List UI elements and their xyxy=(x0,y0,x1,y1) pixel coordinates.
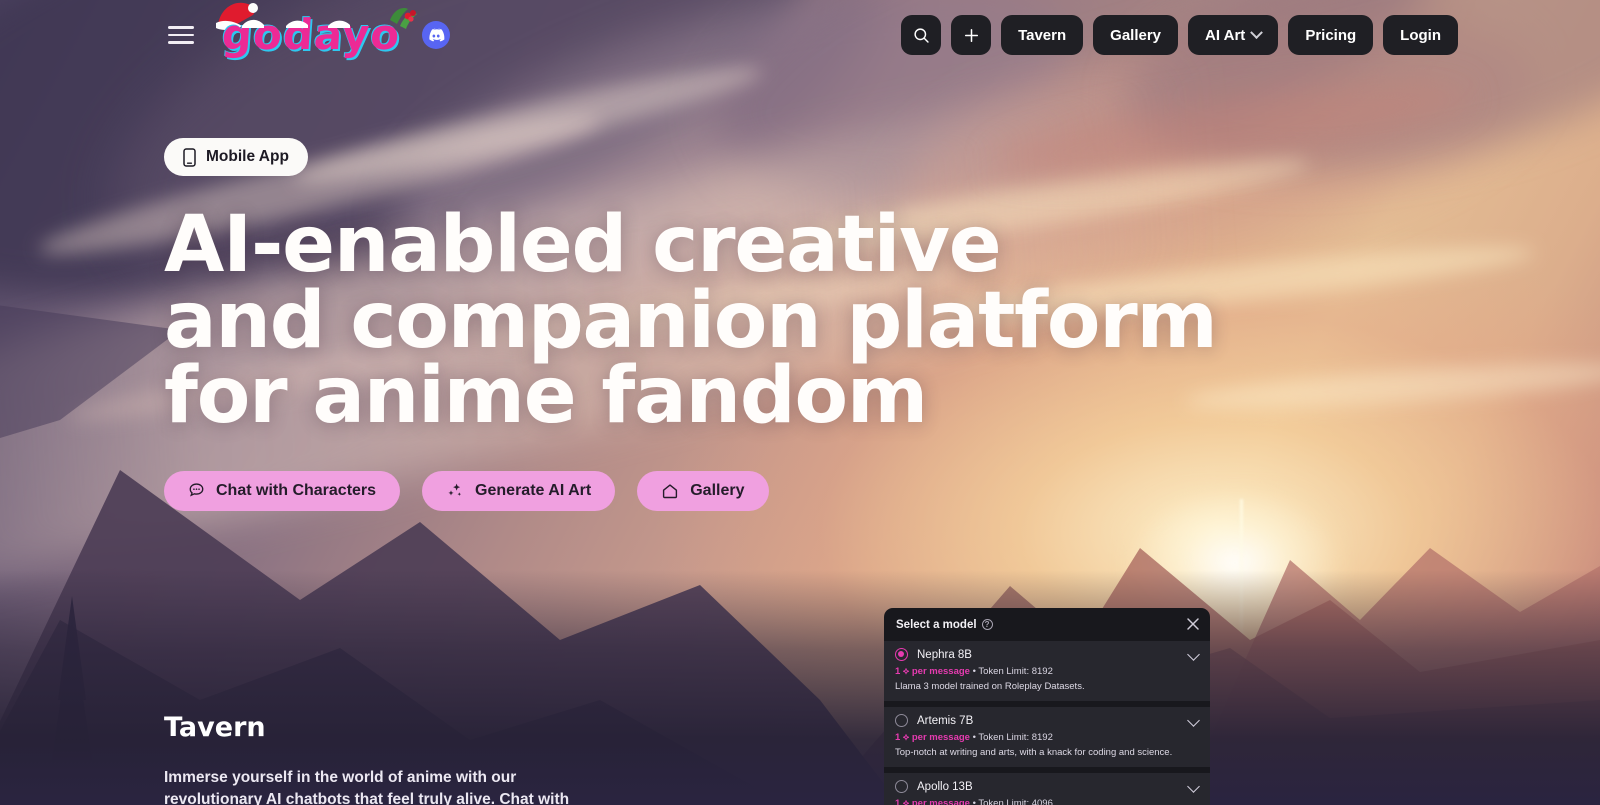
generate-ai-art-button[interactable]: Generate AI Art xyxy=(422,470,616,511)
holly-berries-icon xyxy=(390,8,418,29)
page-title: AI-enabled creative and companion platfo… xyxy=(164,200,1218,442)
nav-button-tavern[interactable]: Tavern xyxy=(1001,15,1084,55)
model-row-header: Artemis 7B xyxy=(895,714,1199,727)
model-meta: 1 ⟡ per message • Token Limit: 8192 xyxy=(895,666,1053,677)
plus-icon xyxy=(964,28,978,42)
model-option-row[interactable]: Artemis 7B 1 ⟡ per message • Token Limit… xyxy=(884,707,1210,767)
model-option-row[interactable]: Apollo 13B 1 ⟡ per message • Token Limit… xyxy=(884,773,1210,805)
nav-button-label: Tavern xyxy=(1018,26,1067,44)
nav-button-label: Gallery xyxy=(1110,26,1162,44)
select-model-dialog: Select a model ? Nephra 8B 1 ⟡ per messa… xyxy=(884,608,1210,805)
model-description: Top-notch at writing and arts, with a kn… xyxy=(895,747,1173,758)
model-meta: 1 ⟡ per message • Token Limit: 8192 xyxy=(895,732,1053,743)
model-description: Llama 3 model trained on Roleplay Datase… xyxy=(895,681,1085,692)
search-button[interactable] xyxy=(901,15,942,55)
hamburger-menu-icon[interactable] xyxy=(168,26,194,44)
model-row-header: Apollo 13B xyxy=(895,780,1199,793)
chat-bubble-icon xyxy=(189,483,204,497)
dialog-header: Select a model ? xyxy=(884,608,1210,641)
chat-with-characters-button[interactable]: Chat with Characters xyxy=(164,470,401,511)
cta-label: Generate AI Art xyxy=(475,481,592,499)
model-cost-unit: per message xyxy=(911,798,970,805)
discord-icon[interactable] xyxy=(422,21,451,49)
mobile-app-badge[interactable]: Mobile App xyxy=(164,138,308,176)
title-line: AI-enabled creative xyxy=(164,200,1002,290)
top-navigation-bar: godayo Tavern Gallery AI Art Pricing Log… xyxy=(0,0,1600,70)
nav-button-login[interactable]: Login xyxy=(1383,15,1458,55)
model-cost-unit: per message xyxy=(911,666,970,677)
home-icon xyxy=(663,484,678,499)
tavern-heading: Tavern xyxy=(164,712,266,743)
sparkles-icon xyxy=(448,483,462,496)
search-icon xyxy=(913,27,929,43)
nav-button-pricing[interactable]: Pricing xyxy=(1288,15,1374,55)
model-token-limit: Token Limit: 8192 xyxy=(978,666,1053,677)
tavern-section: Tavern Immerse yourself in the world of … xyxy=(164,712,584,805)
close-icon[interactable] xyxy=(1186,617,1200,631)
discord-glyph xyxy=(429,28,445,42)
title-line: for anime fandom xyxy=(164,351,928,442)
model-row-header: Nephra 8B xyxy=(895,648,1199,661)
radio-button[interactable] xyxy=(895,780,908,793)
nav-button-label: AI Art xyxy=(1205,26,1246,44)
mobile-phone-icon xyxy=(183,147,196,167)
model-name: Apollo 13B xyxy=(917,780,973,793)
nav-button-label: Login xyxy=(1400,26,1441,44)
model-token-limit: Token Limit: 4096 xyxy=(978,798,1053,805)
model-option-row[interactable]: Nephra 8B 1 ⟡ per message • Token Limit:… xyxy=(884,641,1210,701)
site-logo[interactable]: godayo xyxy=(216,2,418,59)
radio-button[interactable] xyxy=(895,714,908,727)
model-token-limit: Token Limit: 8192 xyxy=(978,732,1053,743)
title-line: and companion platform xyxy=(164,275,1218,366)
nav-actions: Tavern Gallery AI Art Pricing Login xyxy=(901,15,1458,55)
model-meta: 1 ⟡ per message • Token Limit: 4096 xyxy=(895,798,1199,805)
add-button[interactable] xyxy=(951,15,992,55)
nav-button-label: Pricing xyxy=(1305,26,1357,44)
mobile-app-label: Mobile App xyxy=(206,148,289,165)
model-name: Artemis 7B xyxy=(917,714,974,727)
tavern-description: Immerse yourself in the world of anime w… xyxy=(164,769,570,805)
radio-button-selected[interactable] xyxy=(895,648,908,661)
dialog-title: Select a model xyxy=(896,618,977,631)
model-name: Nephra 8B xyxy=(917,648,972,661)
hero-cta-row: Chat with Characters Generate AI Art Gal… xyxy=(164,470,1217,511)
hero-section: Mobile App AI-enabled creative and compa… xyxy=(164,138,1218,511)
nav-button-ai-art[interactable]: AI Art xyxy=(1188,15,1279,55)
cta-label: Chat with Characters xyxy=(216,481,377,499)
nav-button-gallery[interactable]: Gallery xyxy=(1093,15,1179,55)
question-mark-icon[interactable]: ? xyxy=(981,619,993,630)
chevron-down-icon xyxy=(1250,25,1264,39)
model-cost-unit: per message xyxy=(911,732,970,743)
gallery-button[interactable]: Gallery xyxy=(637,470,769,511)
logo-text: godayo xyxy=(220,10,403,59)
cta-label: Gallery xyxy=(690,481,745,499)
